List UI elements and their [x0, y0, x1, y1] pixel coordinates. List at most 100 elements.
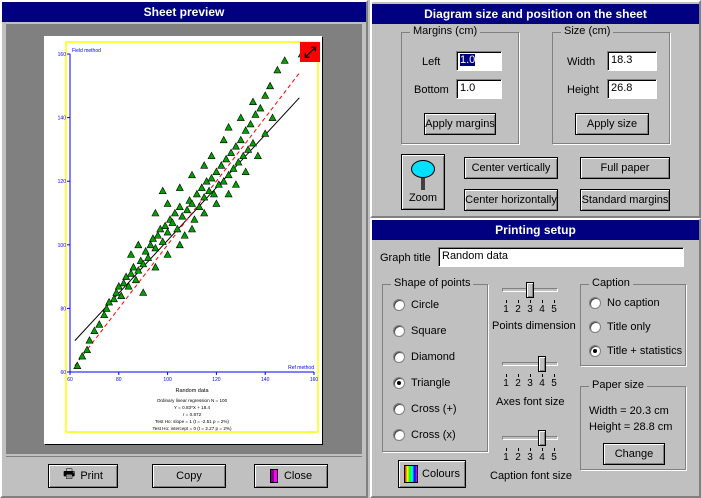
stats-line: Ordinary linear regression N = 100	[157, 398, 228, 403]
points-dimension-thumb[interactable]	[526, 282, 534, 298]
slider-tick-label: 2	[515, 452, 521, 463]
change-paper-button[interactable]: Change	[603, 443, 665, 465]
slider-ticks: 12345	[502, 300, 558, 315]
close-label: Close	[283, 470, 313, 482]
shape-triangle-radio[interactable]: Triangle	[393, 377, 450, 389]
bottom-input[interactable]: 1.0	[456, 79, 502, 99]
slider-tick-label: 5	[551, 304, 557, 315]
left-value: 1.0	[460, 54, 476, 66]
paper-size-group: Paper size Width = 20.3 cm Height = 28.8…	[580, 379, 686, 470]
radio-circle[interactable]	[589, 345, 601, 357]
width-label: Width	[567, 56, 596, 68]
apply-size-button[interactable]: Apply size	[575, 113, 649, 135]
copy-button[interactable]: Copy	[152, 464, 226, 488]
axes-font-slider[interactable]: 12345	[502, 356, 558, 389]
radio-circle[interactable]	[393, 403, 405, 415]
print-label: Print	[80, 470, 103, 482]
y-axis-label: Field method	[72, 48, 101, 54]
points-dimension-slider[interactable]: 12345	[502, 282, 558, 315]
x-tick-label: 60	[67, 377, 73, 383]
shape-diamond-radio[interactable]: Diamond	[393, 351, 455, 363]
data-point	[95, 320, 104, 328]
slider-tick-mark	[506, 300, 507, 303]
magnifier-icon	[411, 160, 435, 178]
sheet-preview-title: Sheet preview	[2, 2, 366, 22]
data-point	[153, 231, 162, 239]
shape-diamond-label: Diamond	[411, 351, 456, 363]
data-point	[129, 262, 138, 271]
data-point	[231, 142, 240, 150]
graph-title-input[interactable]: Random data	[438, 247, 684, 267]
data-point	[268, 113, 277, 121]
diagram-frame	[65, 41, 319, 433]
shape-cross-plus-label: Cross (+)	[411, 403, 457, 415]
radio-circle[interactable]	[393, 377, 405, 389]
height-label: Height	[567, 84, 599, 96]
data-point	[163, 199, 172, 207]
data-point	[173, 224, 182, 233]
x-tick-label: 80	[116, 377, 122, 383]
colours-button[interactable]: Colours	[398, 460, 466, 488]
radio-circle[interactable]	[393, 351, 405, 363]
center-horizontally-button[interactable]: Center horizontally	[464, 189, 558, 211]
slider-tick-mark	[542, 300, 543, 303]
data-point	[236, 135, 245, 144]
width-input[interactable]: 18.3	[607, 51, 657, 71]
shape-square-radio[interactable]: Square	[393, 325, 446, 337]
standard-margins-button[interactable]: Standard margins	[580, 189, 670, 211]
height-input[interactable]: 26.8	[607, 79, 657, 99]
size-group: Size (cm) Width 18.3 Height 26.8 Apply s…	[552, 25, 670, 144]
paper-width: Width = 20.3 cm	[589, 405, 669, 417]
radio-circle[interactable]	[589, 321, 601, 333]
data-point	[248, 97, 258, 105]
slider-tick-label: 4	[539, 378, 545, 389]
slider-tick-label: 2	[515, 304, 521, 315]
zoom-button[interactable]: Zoom	[401, 154, 445, 210]
center-vertically-button[interactable]: Center vertically	[464, 157, 558, 179]
paper-size-label: Paper size	[589, 379, 647, 391]
shape-cross-plus-radio[interactable]: Cross (+)	[393, 403, 457, 415]
paper-height: Height = 28.8 cm	[589, 421, 673, 433]
radio-circle[interactable]	[393, 299, 405, 311]
close-button[interactable]: Close	[254, 464, 328, 488]
caption-stats-radio[interactable]: Title + statistics	[589, 345, 682, 357]
slider-tick-label: 1	[503, 378, 509, 389]
full-paper-button[interactable]: Full paper	[580, 157, 670, 179]
slider-tick-mark	[542, 374, 543, 377]
data-point	[222, 154, 231, 163]
data-point	[246, 119, 255, 128]
y-tick-label: 140	[58, 116, 67, 122]
axes-font-thumb[interactable]	[538, 356, 546, 372]
zoom-label: Zoom	[408, 192, 438, 204]
caption-font-thumb[interactable]	[538, 430, 546, 446]
data-point	[280, 56, 289, 64]
diagram-panel: Diagram size and position on the sheet M…	[370, 0, 701, 218]
caption-none-radio[interactable]: No caption	[589, 297, 660, 309]
stats-line: r = 0.872	[183, 412, 202, 417]
apply-margins-button[interactable]: Apply margins	[424, 113, 496, 135]
radio-circle[interactable]	[393, 429, 405, 441]
data-point	[236, 113, 245, 121]
data-point	[90, 326, 99, 334]
caption-font-slider[interactable]: 12345	[502, 430, 558, 463]
radio-circle[interactable]	[393, 325, 405, 337]
data-point	[134, 240, 143, 249]
left-input[interactable]: 1.0	[456, 51, 502, 71]
data-point	[212, 167, 221, 175]
shape-circle-radio[interactable]: Circle	[393, 299, 439, 311]
shape-cross-x-radio[interactable]: Cross (x)	[393, 429, 456, 441]
shape-cross-x-label: Cross (x)	[411, 429, 456, 441]
slider-tick-mark	[506, 448, 507, 451]
data-point	[175, 202, 184, 210]
print-button[interactable]: 🖶 Print	[48, 464, 118, 488]
resize-corner-icon[interactable]: ⤢	[300, 42, 320, 62]
radio-circle[interactable]	[589, 297, 601, 309]
slider-tick-mark	[530, 374, 531, 377]
slider-tick-mark	[518, 300, 519, 303]
footer-bar: 🖶 Print Copy Close	[6, 456, 362, 496]
graph-title-label: Graph title	[380, 252, 431, 264]
data-point	[224, 123, 233, 131]
colours-label: Colours	[422, 468, 460, 480]
caption-title-radio[interactable]: Title only	[589, 321, 651, 333]
data-point	[158, 186, 167, 195]
